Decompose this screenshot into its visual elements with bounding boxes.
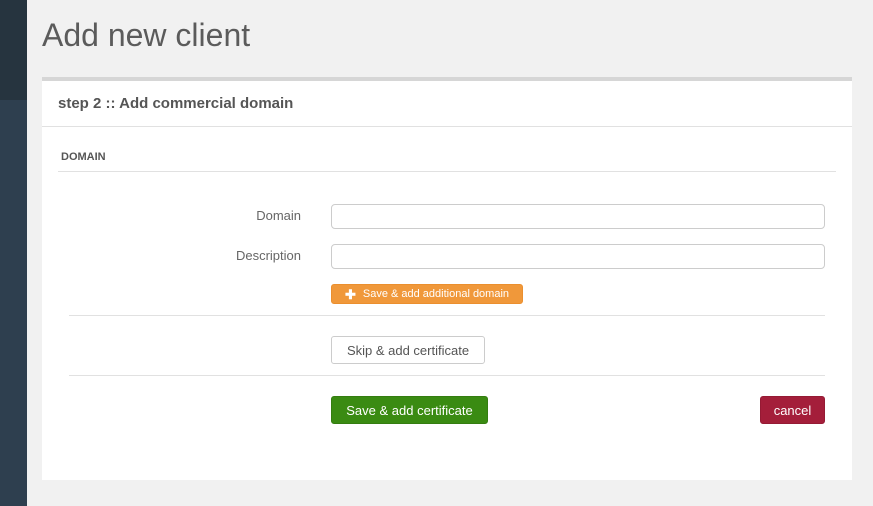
- skip-add-certificate-button[interactable]: Skip & add certificate: [331, 336, 485, 364]
- section-divider: [58, 171, 836, 172]
- add-additional-domain-label: Save & add additional domain: [362, 288, 510, 300]
- sidebar: [0, 0, 27, 506]
- section-title: DOMAIN: [61, 151, 106, 163]
- panel-title: step 2 :: Add commercial domain: [58, 95, 294, 112]
- plus-icon: ✚: [344, 286, 356, 302]
- domain-label: Domain: [256, 208, 301, 223]
- form-divider: [69, 315, 825, 316]
- page-title: Add new client: [42, 17, 251, 53]
- form-divider: [69, 375, 825, 376]
- cancel-button[interactable]: cancel: [760, 396, 825, 424]
- add-additional-domain-button[interactable]: ✚ Save & add additional domain: [331, 284, 523, 304]
- domain-input[interactable]: [331, 204, 825, 229]
- sidebar-header: [0, 0, 27, 100]
- panel-header: step 2 :: Add commercial domain: [42, 81, 852, 127]
- save-add-certificate-button[interactable]: Save & add certificate: [331, 396, 488, 424]
- wizard-panel: step 2 :: Add commercial domain DOMAIN D…: [42, 77, 852, 480]
- description-input[interactable]: [331, 244, 825, 269]
- description-label: Description: [235, 248, 301, 263]
